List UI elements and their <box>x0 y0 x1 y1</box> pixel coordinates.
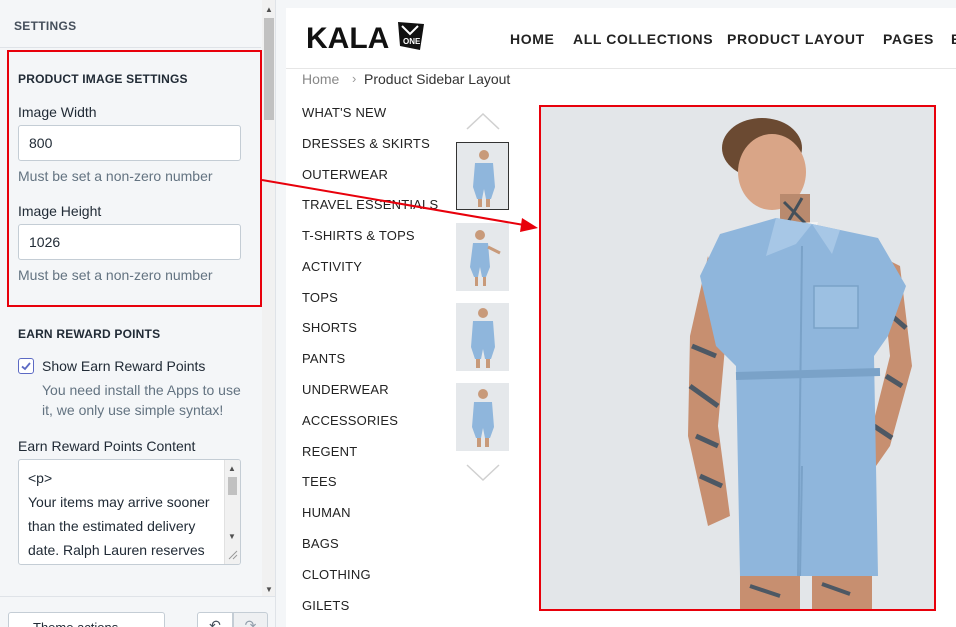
undo-button[interactable]: ↶ <box>197 612 233 627</box>
annotation-box-settings <box>7 50 262 307</box>
logo-badge-text: ONE <box>403 37 421 46</box>
textarea-scrollbar[interactable]: ▲ ▼ <box>224 460 240 564</box>
nav-blog[interactable]: B <box>951 31 956 47</box>
category-shorts[interactable]: SHORTS <box>302 320 357 335</box>
breadcrumb-home[interactable]: Home <box>302 71 339 87</box>
settings-bottom-bar: Theme actions ↶ ↷ <box>0 596 275 627</box>
settings-scroll-thumb[interactable] <box>264 18 274 120</box>
category-outerwear[interactable]: OUTERWEAR <box>302 167 388 182</box>
show-reward-points-label[interactable]: Show Earn Reward Points <box>42 358 205 374</box>
store-logo[interactable]: KALA <box>306 22 389 56</box>
nav-all-collections[interactable]: ALL COLLECTIONS <box>573 31 713 47</box>
thumbnail-up-arrow-icon[interactable] <box>466 112 500 130</box>
reward-content-text: <p> Your items may arrive sooner than th… <box>28 470 210 558</box>
category-tees[interactable]: TEES <box>302 474 337 489</box>
textarea-scroll-thumb[interactable] <box>228 477 237 495</box>
redo-icon: ↷ <box>244 617 257 627</box>
category-pants[interactable]: PANTS <box>302 351 345 366</box>
reward-content-label: Earn Reward Points Content <box>18 438 196 454</box>
product-thumbnail[interactable] <box>456 142 509 210</box>
category-regent[interactable]: REGENT <box>302 444 357 459</box>
divider <box>0 47 261 48</box>
reward-content-textarea[interactable]: <p> Your items may arrive sooner than th… <box>18 459 241 565</box>
settings-title: SETTINGS <box>14 19 77 33</box>
theme-actions-button[interactable]: Theme actions <box>8 612 165 627</box>
category-bags[interactable]: BAGS <box>302 536 339 551</box>
reward-points-help: You need install the Apps to use it, we … <box>42 382 241 418</box>
product-thumbnail[interactable] <box>456 383 509 451</box>
category-tops[interactable]: TOPS <box>302 290 338 305</box>
redo-button[interactable]: ↷ <box>233 612 268 627</box>
preview-top-gutter <box>276 0 956 8</box>
category-dresses-skirts[interactable]: DRESSES & SKIRTS <box>302 136 430 151</box>
show-reward-points-checkbox[interactable] <box>18 358 34 374</box>
scroll-down-icon[interactable]: ▼ <box>228 532 236 541</box>
category-underwear[interactable]: UNDERWEAR <box>302 382 389 397</box>
undo-icon: ↶ <box>209 617 221 627</box>
resize-handle-icon[interactable] <box>228 550 238 560</box>
scroll-up-icon[interactable]: ▲ <box>265 5 273 14</box>
category-clothing[interactable]: CLOTHING <box>302 567 371 582</box>
nav-product-layout[interactable]: PRODUCT LAYOUT <box>727 31 865 47</box>
category-human[interactable]: HUMAN <box>302 505 351 520</box>
annotation-box-image <box>539 105 936 611</box>
earn-reward-points-heading: EARN REWARD POINTS <box>18 327 161 341</box>
product-thumbnail[interactable] <box>456 303 509 371</box>
category-accessories[interactable]: ACCESSORIES <box>302 413 398 428</box>
header-divider <box>286 68 956 69</box>
checkmark-icon <box>21 362 31 371</box>
category-tshirts-tops[interactable]: T-SHIRTS & TOPS <box>302 228 415 243</box>
product-thumbnail[interactable] <box>456 223 509 291</box>
logo-badge-icon: ONE <box>398 22 424 50</box>
breadcrumb-current: Product Sidebar Layout <box>364 71 511 87</box>
nav-home[interactable]: HOME <box>510 31 554 47</box>
category-activity[interactable]: ACTIVITY <box>302 259 362 274</box>
scroll-down-icon[interactable]: ▼ <box>265 585 273 594</box>
thumbnail-down-arrow-icon[interactable] <box>466 464 500 482</box>
preview-gutter <box>276 0 286 627</box>
breadcrumb-separator-icon: › <box>352 71 357 86</box>
scroll-up-icon[interactable]: ▲ <box>228 464 236 473</box>
nav-pages[interactable]: PAGES <box>883 31 934 47</box>
settings-scrollbar[interactable]: ▲ ▼ <box>262 0 275 596</box>
category-travel-essentials[interactable]: TRAVEL ESSENTIALS <box>302 197 438 212</box>
category-gilets[interactable]: GILETS <box>302 598 349 613</box>
category-whats-new[interactable]: WHAT'S NEW <box>302 105 386 120</box>
